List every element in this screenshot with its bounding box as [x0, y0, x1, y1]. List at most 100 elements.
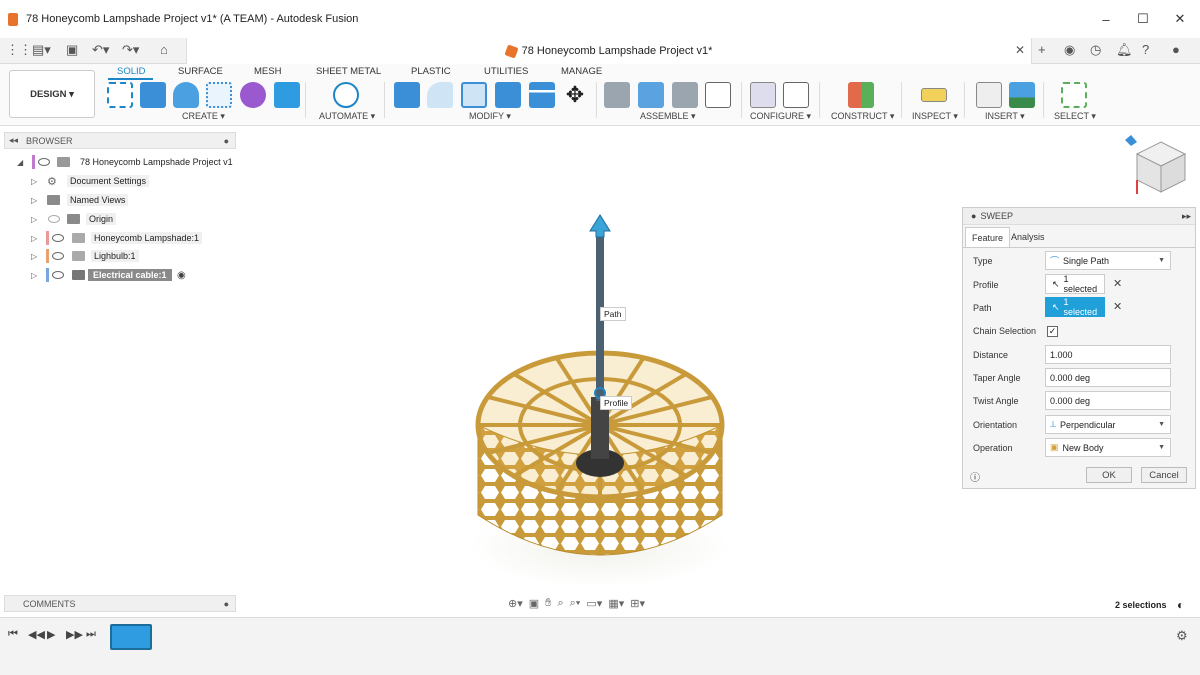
close-window-button[interactable]: ✕ [1160, 0, 1200, 38]
fit-icon[interactable]: ⌕▾ [570, 597, 581, 610]
tree-item-named-views[interactable]: ▷ Named Views [0, 191, 236, 209]
construct-group-label[interactable]: CONSTRUCT ▾ [831, 111, 894, 122]
tab-analysis[interactable]: Analysis [1005, 227, 1051, 247]
collapse-browser-icon[interactable]: ◂◂ [9, 135, 18, 146]
chain-selection-checkbox[interactable]: ✓ [1047, 326, 1058, 337]
step-back-icon[interactable]: ◀◀ [28, 628, 45, 641]
distance-input[interactable]: 1.000 [1045, 345, 1171, 364]
visibility-eye-icon[interactable] [38, 158, 50, 166]
configuration-table-icon[interactable] [783, 82, 809, 108]
automate-icon[interactable] [333, 82, 359, 108]
close-document-tab-icon[interactable]: ✕ [1015, 43, 1025, 57]
expand-triangle-icon[interactable]: ▷ [31, 234, 37, 243]
workspace-switcher[interactable]: DESIGN ▾ [9, 70, 95, 118]
combine-icon[interactable] [495, 82, 521, 108]
tree-item-document-settings[interactable]: ▷ ⚙ Document Settings [0, 172, 236, 190]
look-at-icon[interactable]: ▣ [529, 597, 539, 610]
cancel-button[interactable]: Cancel [1141, 467, 1187, 483]
tab-solid[interactable]: SOLID [117, 66, 146, 77]
split-body-icon[interactable] [529, 82, 555, 108]
timeline-settings-gear-icon[interactable]: ⚙ [1176, 628, 1188, 644]
new-component-icon[interactable] [604, 82, 630, 108]
clear-profile-icon[interactable]: ✕ [1113, 277, 1122, 290]
select-icon[interactable] [1061, 82, 1087, 108]
comments-add-icon[interactable]: ● [224, 599, 229, 609]
tree-item-root[interactable]: ◢ 78 Honeycomb Lampshade Project v1 [0, 153, 236, 171]
info-icon[interactable]: ⓘ [970, 469, 980, 484]
extrude-icon[interactable] [140, 82, 166, 108]
collapse-triangle-icon[interactable]: ◢ [17, 158, 23, 167]
twist-angle-input[interactable]: 0.000 deg [1045, 391, 1171, 410]
play-icon[interactable]: ▶ [47, 628, 55, 641]
create-sketch-icon[interactable] [107, 82, 133, 108]
save-icon[interactable]: ▣ [66, 42, 78, 58]
select-group-label[interactable]: SELECT ▾ [1054, 111, 1096, 122]
expand-dialog-icon[interactable]: ▸▸ [1182, 211, 1191, 222]
viewcube[interactable] [1125, 132, 1195, 202]
grid-settings-icon[interactable]: ▦▾ [608, 597, 624, 610]
joint-icon[interactable] [638, 82, 664, 108]
ok-button[interactable]: OK [1086, 467, 1132, 483]
timeline-feature-sweep[interactable] [110, 624, 152, 650]
expand-triangle-icon[interactable]: ▷ [31, 177, 37, 186]
offset-plane-icon[interactable] [848, 82, 874, 108]
profile-selection-button[interactable]: ↖ 1 selected [1045, 274, 1105, 294]
joint-table-icon[interactable] [705, 82, 731, 108]
new-tab-icon[interactable]: + [1038, 42, 1046, 57]
visibility-eye-icon[interactable] [52, 252, 64, 260]
sweep-icon[interactable] [206, 82, 232, 108]
as-built-joint-icon[interactable] [672, 82, 698, 108]
taper-angle-input[interactable]: 0.000 deg [1045, 368, 1171, 387]
type-select[interactable]: ⌒ Single Path ▼ [1045, 251, 1171, 270]
revolve-icon[interactable] [173, 82, 199, 108]
minimize-button[interactable]: – [1086, 0, 1126, 38]
step-forward-icon[interactable]: ▶▶ [66, 628, 83, 641]
configure-icon[interactable] [750, 82, 776, 108]
apps-grid-icon[interactable]: ⋮⋮ [6, 42, 32, 58]
notifications-icon[interactable]: 🔔︎ [1116, 42, 1133, 58]
visibility-eye-icon[interactable] [52, 234, 64, 242]
clear-path-icon[interactable]: ✕ [1113, 300, 1122, 313]
canvas-image-icon[interactable] [1009, 82, 1035, 108]
visibility-eye-icon[interactable] [52, 271, 64, 279]
document-tab[interactable]: 78 Honeycomb Lampshade Project v1* ✕ [186, 38, 1032, 64]
tab-surface[interactable]: SURFACE [178, 66, 223, 77]
operation-select[interactable]: ▣ New Body ▼ [1045, 438, 1171, 457]
pan-icon[interactable]: ✋︎ [545, 597, 551, 610]
file-menu-icon[interactable]: ▤▾ [32, 42, 51, 58]
redo-icon[interactable]: ↷▾ [122, 42, 139, 58]
expand-triangle-icon[interactable]: ▷ [31, 252, 37, 261]
browser-pin-icon[interactable]: ● [224, 136, 229, 146]
help-icon[interactable]: ? [1142, 42, 1149, 57]
job-status-icon[interactable]: ◷ [1090, 42, 1101, 58]
press-pull-icon[interactable] [394, 82, 420, 108]
tree-item-lighbulb[interactable]: ▷ Lighbulb:1 [0, 247, 236, 265]
go-to-start-icon[interactable]: ⏮ [8, 628, 18, 641]
viewports-icon[interactable]: ⊞▾ [630, 597, 645, 610]
modify-group-label[interactable]: MODIFY ▾ [469, 111, 511, 122]
undo-icon[interactable]: ↶▾ [92, 42, 109, 58]
maximize-button[interactable]: ☐ [1123, 0, 1163, 38]
browser-panel-header[interactable]: ◂◂ BROWSER ● [4, 132, 236, 149]
zoom-icon[interactable]: ⌕ [557, 597, 563, 610]
comments-panel-header[interactable]: COMMENTS ● [4, 595, 236, 612]
move-icon[interactable]: ✥ [562, 82, 588, 108]
orbit-icon[interactable]: ⊕▾ [508, 597, 523, 610]
display-settings-icon[interactable]: ▭▾ [586, 597, 602, 610]
tab-sheet-metal[interactable]: SHEET METAL [316, 66, 381, 77]
automate-group-label[interactable]: AUTOMATE ▾ [319, 111, 375, 122]
tree-item-electrical-cable[interactable]: ▷ Electrical cable:1 ◉ [0, 266, 236, 284]
tab-manage[interactable]: MANAGE [561, 66, 602, 77]
measure-icon[interactable] [921, 88, 947, 102]
expand-triangle-icon[interactable]: ▷ [31, 196, 37, 205]
extensions-icon[interactable]: ◉ [1064, 42, 1075, 58]
box-icon[interactable] [274, 82, 300, 108]
home-icon[interactable]: ⌂ [160, 42, 168, 57]
tab-feature[interactable]: Feature [965, 227, 1011, 247]
hidden-eye-icon[interactable] [48, 215, 60, 223]
status-indicator-icon[interactable]: ◐ [1177, 598, 1184, 612]
go-to-end-icon[interactable]: ⏭ [86, 628, 96, 641]
shell-icon[interactable] [461, 82, 487, 108]
account-avatar[interactable]: ● [1172, 42, 1180, 57]
fillet-icon[interactable] [427, 82, 453, 108]
